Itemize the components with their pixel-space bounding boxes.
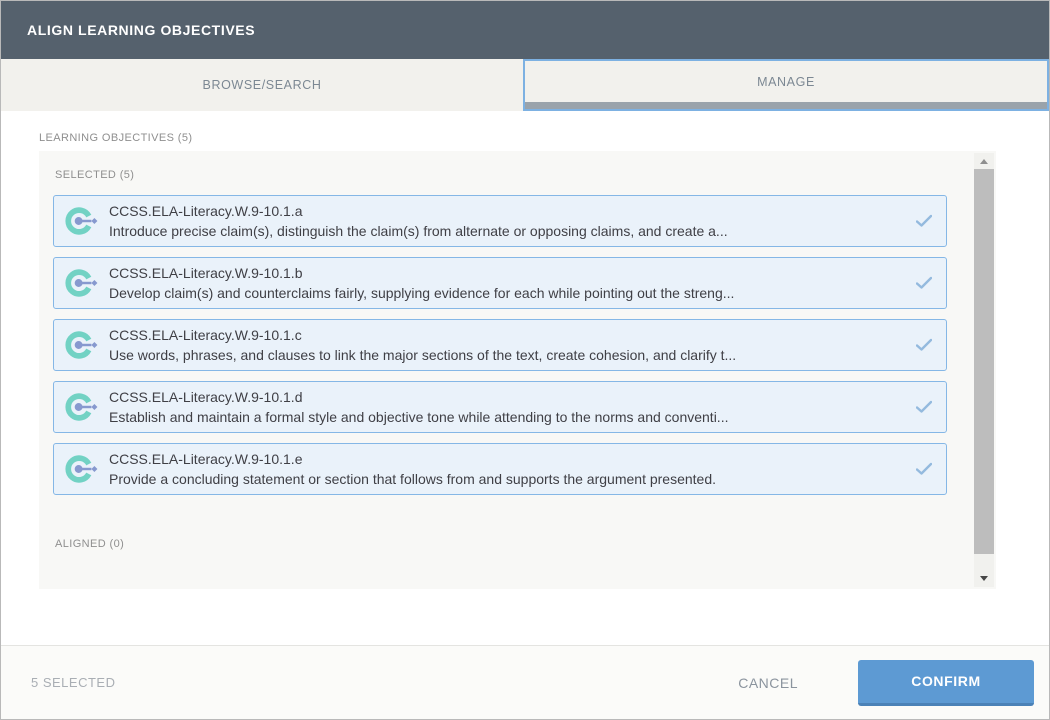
objective-description: Establish and maintain a formal style an… [109, 407, 906, 427]
standard-icon [64, 266, 98, 300]
dialog-header: ALIGN LEARNING OBJECTIVES [1, 1, 1049, 59]
tab-browse-search-label: BROWSE/SEARCH [203, 78, 322, 92]
selected-objectives-list: CCSS.ELA-Literacy.W.9-10.1.a Introduce p… [39, 181, 996, 495]
arrow-up-icon [980, 159, 988, 164]
arrow-down-icon [980, 576, 988, 581]
selected-group-label: SELECTED (5) [39, 151, 996, 181]
objective-description: Use words, phrases, and clauses to link … [109, 345, 906, 365]
check-icon [916, 400, 932, 414]
objective-text: CCSS.ELA-Literacy.W.9-10.1.c Use words, … [109, 325, 906, 365]
check-icon [916, 338, 932, 352]
objective-code: CCSS.ELA-Literacy.W.9-10.1.b [109, 263, 906, 283]
standard-icon [64, 328, 98, 362]
check-icon [916, 214, 932, 228]
scroll-down-button[interactable] [974, 570, 994, 586]
objective-code: CCSS.ELA-Literacy.W.9-10.1.a [109, 201, 906, 221]
cancel-button[interactable]: CANCEL [732, 674, 804, 692]
objective-description: Provide a concluding statement or sectio… [109, 469, 906, 489]
dialog-title: ALIGN LEARNING OBJECTIVES [27, 22, 255, 38]
learning-objectives-count-label: LEARNING OBJECTIVES (5) [39, 132, 1049, 144]
objective-item[interactable]: CCSS.ELA-Literacy.W.9-10.1.e Provide a c… [53, 443, 947, 495]
scrollbar[interactable] [974, 153, 994, 587]
objective-item[interactable]: CCSS.ELA-Literacy.W.9-10.1.a Introduce p… [53, 195, 947, 247]
objective-item[interactable]: CCSS.ELA-Literacy.W.9-10.1.d Establish a… [53, 381, 947, 433]
objective-text: CCSS.ELA-Literacy.W.9-10.1.b Develop cla… [109, 263, 906, 303]
selection-count-label: 5 SELECTED [31, 675, 732, 690]
tab-manage-label: MANAGE [757, 75, 815, 89]
objective-item[interactable]: CCSS.ELA-Literacy.W.9-10.1.c Use words, … [53, 319, 947, 371]
align-learning-objectives-dialog: ALIGN LEARNING OBJECTIVES BROWSE/SEARCH … [0, 0, 1050, 720]
standard-icon [64, 452, 98, 486]
objective-description: Introduce precise claim(s), distinguish … [109, 221, 906, 241]
objective-code: CCSS.ELA-Literacy.W.9-10.1.c [109, 325, 906, 345]
tab-browse-search[interactable]: BROWSE/SEARCH [1, 59, 523, 111]
manage-tab-content: LEARNING OBJECTIVES (5) SELECTED (5) CCS… [1, 111, 1049, 645]
scrollbar-thumb[interactable] [974, 169, 994, 554]
tab-manage[interactable]: MANAGE [523, 59, 1049, 111]
scroll-up-button[interactable] [974, 153, 994, 169]
standard-icon [64, 390, 98, 424]
confirm-button[interactable]: CONFIRM [858, 660, 1034, 706]
aligned-group-label: ALIGNED (0) [39, 505, 996, 550]
check-icon [916, 462, 932, 476]
tab-bar: BROWSE/SEARCH MANAGE [1, 59, 1049, 111]
objective-code: CCSS.ELA-Literacy.W.9-10.1.e [109, 449, 906, 469]
objective-code: CCSS.ELA-Literacy.W.9-10.1.d [109, 387, 906, 407]
objective-text: CCSS.ELA-Literacy.W.9-10.1.a Introduce p… [109, 201, 906, 241]
objective-item[interactable]: CCSS.ELA-Literacy.W.9-10.1.b Develop cla… [53, 257, 947, 309]
objective-text: CCSS.ELA-Literacy.W.9-10.1.d Establish a… [109, 387, 906, 427]
check-icon [916, 276, 932, 290]
objectives-panel: SELECTED (5) CCSS.ELA-Literacy.W.9-10.1.… [39, 151, 996, 589]
dialog-footer: 5 SELECTED CANCEL CONFIRM [1, 645, 1049, 719]
standard-icon [64, 204, 98, 238]
objective-description: Develop claim(s) and counterclaims fairl… [109, 283, 906, 303]
objective-text: CCSS.ELA-Literacy.W.9-10.1.e Provide a c… [109, 449, 906, 489]
